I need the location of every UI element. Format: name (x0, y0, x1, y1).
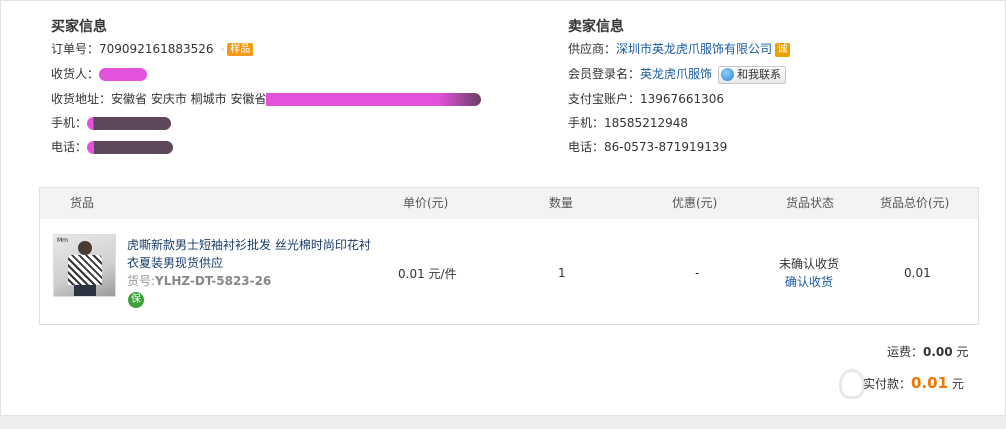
contact-me-button[interactable]: 和我联系 (718, 65, 787, 84)
address-label: 收货地址： (51, 92, 112, 106)
sku-label: 货号: (127, 274, 156, 288)
model-shirt-shape (68, 255, 102, 285)
product-image[interactable]: Mm (53, 234, 116, 297)
watermark-logo-icon (839, 369, 865, 399)
guarantee-icon[interactable]: 保 (128, 292, 144, 308)
seller-info-title: 卖家信息 (568, 19, 624, 35)
product-title-link[interactable]: 虎嘶新款男士短袖衬衫批发 丝光棉时尚印花衬衣夏装男现货供应 (127, 236, 372, 272)
paid-amount: 实付款：0.01 元 (863, 374, 964, 392)
goods-table: 货品 单价(元) 数量 优惠(元) 货品状态 货品总价(元) Mm 虎嘶新款男士… (39, 187, 979, 325)
header-discount: 优惠(元) (672, 196, 718, 210)
mobile-redaction-mark (87, 117, 172, 130)
model-pants-shape (74, 285, 96, 296)
buyer-mobile-row: 手机： (51, 113, 172, 133)
goods-table-header: 货品 单价(元) 数量 优惠(元) 货品状态 货品总价(元) (40, 188, 978, 219)
quantity-cell: 1 (558, 266, 566, 280)
alipay-label: 支付宝账户： (568, 92, 641, 106)
header-quantity: 数量 (549, 196, 574, 210)
confirm-receipt-link[interactable]: 确认收货 (785, 273, 833, 291)
member-label: 会员登录名： (568, 67, 641, 81)
seller-phone-label: 电话： (568, 140, 605, 154)
buyer-phone-label: 电话： (51, 140, 88, 154)
header-total: 货品总价(元) (880, 196, 950, 210)
receiver-label: 收货人： (51, 67, 100, 81)
model-head-shape (78, 241, 92, 255)
order-number-row: 订单号：709092161883526 ◦ 样品 (51, 39, 254, 59)
buyer-info-title: 买家信息 (51, 19, 107, 35)
alipay-row: 支付宝账户：13967661306 (568, 89, 724, 109)
order-detail-panel: 买家信息 订单号：709092161883526 ◦ 样品 收货人： 收货地址：安… (0, 0, 1006, 416)
shipping-fee: 运费：0.00 元 (887, 343, 968, 360)
receiver-row: 收货人： (51, 64, 148, 84)
header-unit-price: 单价(元) (403, 196, 449, 210)
member-link[interactable]: 英龙虎爪服饰 (640, 67, 712, 81)
total-cell: 0.01 (904, 266, 931, 280)
supplier-label: 供应商： (568, 42, 617, 56)
supplier-row: 供应商：深圳市英龙虎爪服饰有限公司诚 (568, 39, 791, 59)
shipping-unit: 元 (956, 345, 969, 359)
wangwang-chat-icon (721, 68, 735, 81)
buyer-phone-row: 电话： (51, 137, 174, 157)
seller-phone-row: 电话：86-0573-871919139 (568, 137, 727, 157)
seller-mobile-value: 18585212948 (604, 116, 688, 130)
header-goods: 货品 (70, 196, 95, 210)
shipping-value: 0.00 (923, 345, 953, 359)
paid-value: 0.01 (911, 374, 949, 392)
address-row: 收货地址：安徽省 安庆市 桐城市 安徽省 (51, 89, 482, 109)
seller-phone-value: 86-0573-871919139 (604, 140, 728, 154)
supplier-link[interactable]: 深圳市英龙虎爪服饰有限公司 (616, 42, 772, 56)
buyer-mobile-label: 手机： (51, 116, 88, 130)
unit-price-cell: 0.01 元/件 (398, 267, 457, 281)
alipay-value: 13967661306 (640, 92, 724, 106)
discount-cell: - (695, 266, 700, 280)
status-cell: 未确认收货 (779, 257, 840, 271)
receiver-redaction-mark (99, 68, 148, 81)
integrity-badge[interactable]: 诚 (775, 42, 791, 57)
sample-tag-icon: ◦ (219, 45, 226, 56)
product-sku: 货号:YLHZ-DT-5823-26 (127, 272, 271, 289)
phone-redaction-mark (87, 141, 174, 154)
page-bottom-strip (0, 416, 1006, 429)
order-number-label: 订单号： (51, 42, 100, 56)
member-row: 会员登录名：英龙虎爪服饰 和我联系 (568, 64, 787, 84)
paid-label: 实付款： (863, 377, 912, 391)
header-status: 货品状态 (786, 196, 835, 210)
sample-badge[interactable]: 样品 (227, 43, 254, 56)
paid-unit: 元 (951, 377, 964, 391)
shipping-label: 运费： (887, 345, 924, 359)
contact-me-label: 和我联系 (737, 67, 782, 81)
address-value: 安徽省 安庆市 桐城市 安徽省 (111, 92, 267, 106)
product-image-brand: Mm (57, 237, 69, 244)
seller-mobile-row: 手机：18585212948 (568, 113, 688, 133)
seller-mobile-label: 手机： (568, 116, 605, 130)
order-number-value: 709092161883526 (99, 42, 214, 56)
sku-value: YLHZ-DT-5823-26 (155, 274, 272, 288)
address-redaction-mark (266, 93, 482, 106)
